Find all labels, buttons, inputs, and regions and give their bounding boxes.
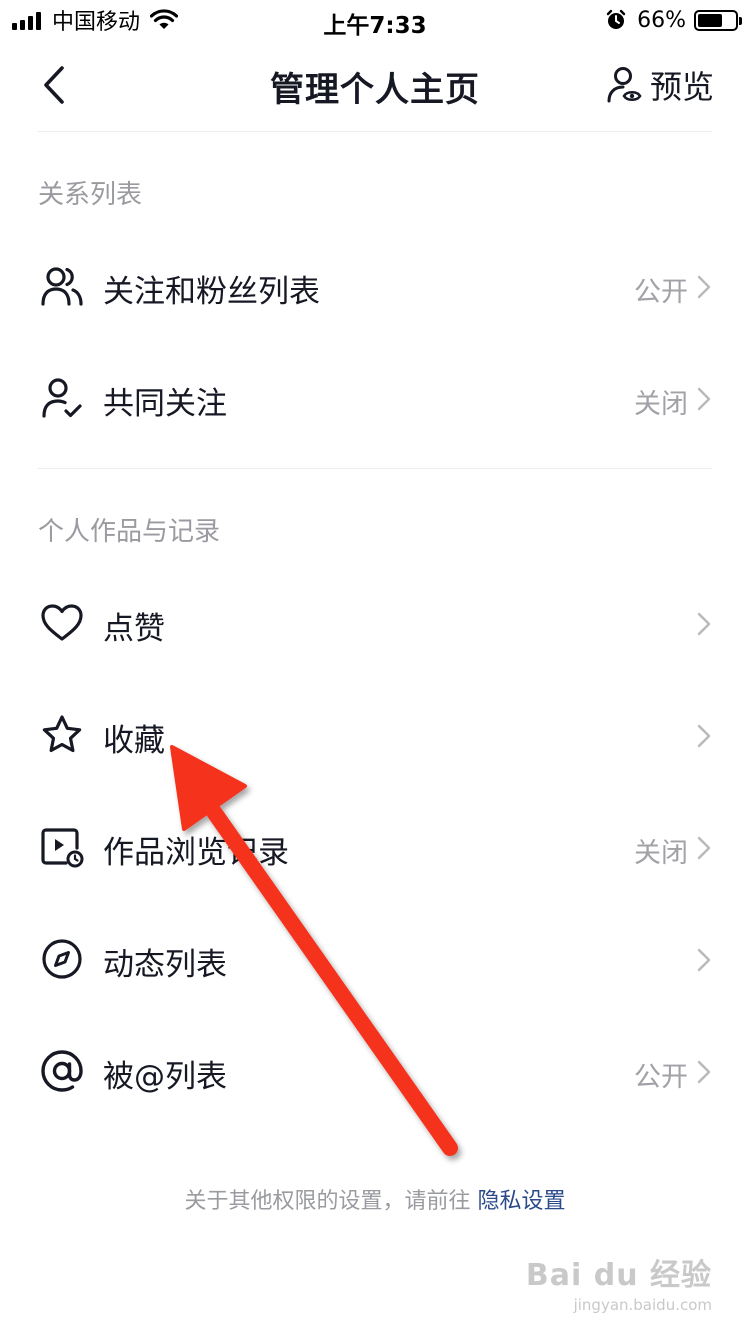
section-header-relations: 关系列表	[38, 180, 143, 210]
battery-level	[698, 13, 722, 27]
compass-icon	[42, 939, 82, 979]
row-value: 公开	[634, 1062, 688, 1093]
star-icon	[42, 715, 82, 753]
row-mutual-follow[interactable]: 共同关注 关闭	[0, 342, 750, 454]
chevron-right-icon	[697, 275, 711, 299]
row-follow-fans-list[interactable]: 关注和粉丝列表 公开	[0, 230, 750, 342]
heart-icon	[41, 604, 83, 641]
watermark-url: jingyan.baidu.com	[573, 1296, 712, 1314]
row-value: 公开	[634, 277, 688, 308]
nav-bar: 管理个人主页 预览	[0, 40, 750, 130]
row-label: 作品浏览记录	[103, 835, 289, 871]
chevron-right-icon	[697, 387, 711, 411]
status-bar: 中国移动 上午7:33 66%	[0, 0, 750, 40]
divider	[38, 131, 712, 132]
row-label: 被@列表	[103, 1059, 227, 1095]
battery-percent: 66%	[637, 7, 686, 33]
privacy-settings-link[interactable]: 隐私设置	[477, 1189, 565, 1214]
baidu-jingyan-watermark: Bai du 经验 jingyan.baidu.com	[526, 1250, 712, 1314]
row-activity-list[interactable]: 动态列表	[0, 903, 750, 1015]
preview-button[interactable]: 预览	[606, 62, 714, 108]
preview-label: 预览	[649, 68, 714, 106]
divider	[38, 468, 712, 469]
row-label: 关注和粉丝列表	[103, 274, 320, 310]
watermark-logo: Bai du 经验	[525, 1258, 712, 1293]
row-watch-history[interactable]: 作品浏览记录 关闭	[0, 791, 750, 903]
footer-note-text: 关于其他权限的设置，请前往	[184, 1189, 478, 1214]
alarm-icon	[606, 9, 626, 29]
chevron-right-icon	[697, 1060, 711, 1084]
footer-note: 关于其他权限的设置，请前往 隐私设置	[0, 1183, 750, 1215]
chevron-right-icon	[697, 948, 711, 972]
row-likes[interactable]: 点赞	[0, 567, 750, 679]
user-preview-icon	[607, 67, 642, 103]
row-label: 点赞	[103, 611, 165, 647]
section-header-works-records: 个人作品与记录	[38, 517, 221, 547]
chevron-right-icon	[697, 724, 711, 748]
row-favorites[interactable]: 收藏	[0, 679, 750, 791]
row-label: 收藏	[103, 723, 165, 759]
video-history-icon	[41, 828, 84, 868]
chevron-right-icon	[697, 836, 711, 860]
status-right: 66%	[605, 6, 742, 34]
at-icon	[41, 1050, 83, 1092]
row-value: 关闭	[634, 389, 688, 420]
user-check-icon	[42, 378, 82, 418]
row-value: 关闭	[634, 838, 688, 869]
row-mentions-list[interactable]: 被@列表 公开	[0, 1015, 750, 1127]
users-icon	[41, 267, 83, 306]
row-label: 共同关注	[103, 386, 227, 422]
battery-icon	[694, 9, 742, 31]
row-label: 动态列表	[103, 947, 227, 983]
chevron-right-icon	[697, 612, 711, 636]
